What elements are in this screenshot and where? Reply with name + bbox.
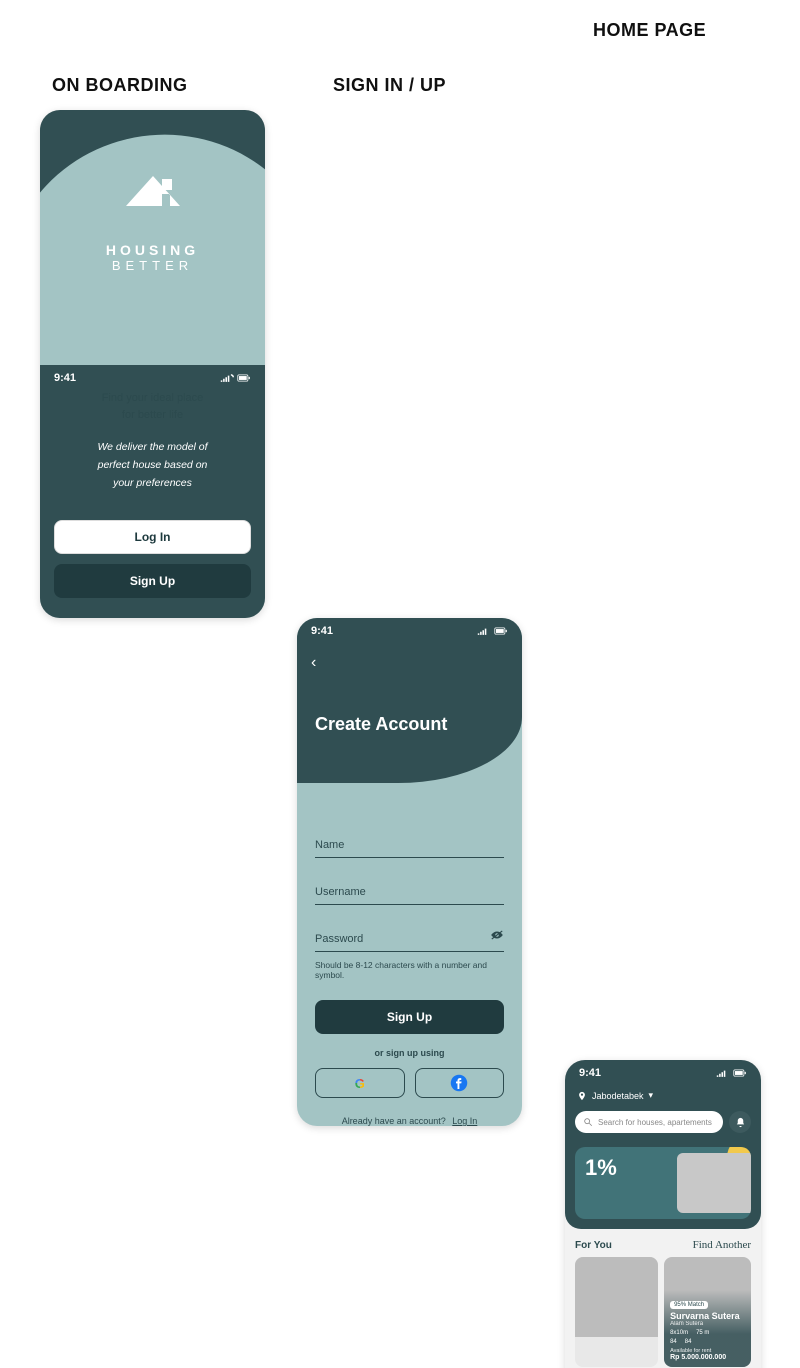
google-signin-button[interactable]: G <box>315 1068 405 1098</box>
search-input[interactable]: Search for houses, apartements <box>575 1111 723 1133</box>
page-title: Create Account <box>315 714 447 735</box>
facebook-signin-button[interactable] <box>415 1068 505 1098</box>
property-name: Survarna Sutera <box>670 1311 745 1321</box>
chevron-down-icon: ▾ <box>649 1090 654 1101</box>
brand-line2: BETTER <box>112 258 193 273</box>
banner-house-image <box>677 1153 751 1213</box>
foryou-card[interactable] <box>575 1257 658 1367</box>
status-time: 9:41 <box>311 625 333 637</box>
house-logo-icon <box>118 170 188 230</box>
username-field[interactable] <box>315 880 504 905</box>
back-button[interactable]: ‹ <box>311 654 316 672</box>
status-bar: 9:41 <box>297 618 522 644</box>
onboarding-screen: 9:41 HOUSING BETTER Find your ideal plac… <box>40 110 265 618</box>
description: We deliver the model of perfect house ba… <box>60 439 245 492</box>
bell-icon <box>735 1117 746 1128</box>
search-icon <box>583 1117 593 1127</box>
status-time: 9:41 <box>579 1067 601 1079</box>
foryou-featured-card[interactable]: 95% Match Survarna Sutera Alam Sutera 8x… <box>664 1257 751 1367</box>
tagline: Find your ideal place for better life <box>60 390 245 423</box>
promo-banner[interactable]: 1% <box>575 1147 751 1219</box>
signup-submit-button[interactable]: Sign Up <box>315 1000 504 1034</box>
property-avail: Available for rent <box>670 1348 745 1354</box>
property-stats: 8x10m75 m <box>670 1330 745 1336</box>
brand-line1: HOUSING <box>106 242 199 258</box>
location-pin-icon <box>577 1091 587 1101</box>
section-label-signinup: SIGN IN / UP <box>333 75 446 96</box>
property-loc: Alam Sutera <box>670 1321 745 1327</box>
status-time: 9:41 <box>54 372 76 384</box>
login-button[interactable]: Log In <box>54 520 251 554</box>
match-badge: 95% Match <box>670 1301 708 1309</box>
section-label-onboarding: ON BOARDING <box>52 75 188 96</box>
location-selector[interactable]: Jabodetabek ▾ <box>565 1086 761 1105</box>
status-icons <box>716 1068 747 1078</box>
find-another-link[interactable]: Find Another <box>693 1239 751 1251</box>
status-bar: 9:41 <box>40 365 265 391</box>
name-field[interactable] <box>315 833 504 858</box>
signup-screen: 9:41 ‹ Create Account Should be 8-12 cha… <box>297 618 522 1126</box>
notifications-button[interactable] <box>729 1111 751 1133</box>
foryou-title: For You <box>575 1240 612 1251</box>
or-divider: or sign up using <box>315 1048 504 1058</box>
property-price: Rp 5.000.000.000 <box>670 1354 745 1361</box>
login-link[interactable]: Log In <box>452 1116 477 1126</box>
status-bar: 9:41 <box>565 1060 761 1086</box>
status-icons <box>220 373 251 383</box>
brand-logo-block: HOUSING BETTER <box>40 170 265 273</box>
status-icons <box>477 626 508 636</box>
home-screen: 9:41 Jabodetabek ▾ Search for houses, ap… <box>565 1060 761 1368</box>
already-account: Already have an account? Log In <box>315 1116 504 1126</box>
password-hint: Should be 8-12 characters with a number … <box>315 960 504 980</box>
section-label-home: HOME PAGE <box>593 20 706 41</box>
signup-button[interactable]: Sign Up <box>54 564 251 598</box>
password-field[interactable] <box>315 927 504 952</box>
toggle-password-icon[interactable] <box>490 928 504 946</box>
